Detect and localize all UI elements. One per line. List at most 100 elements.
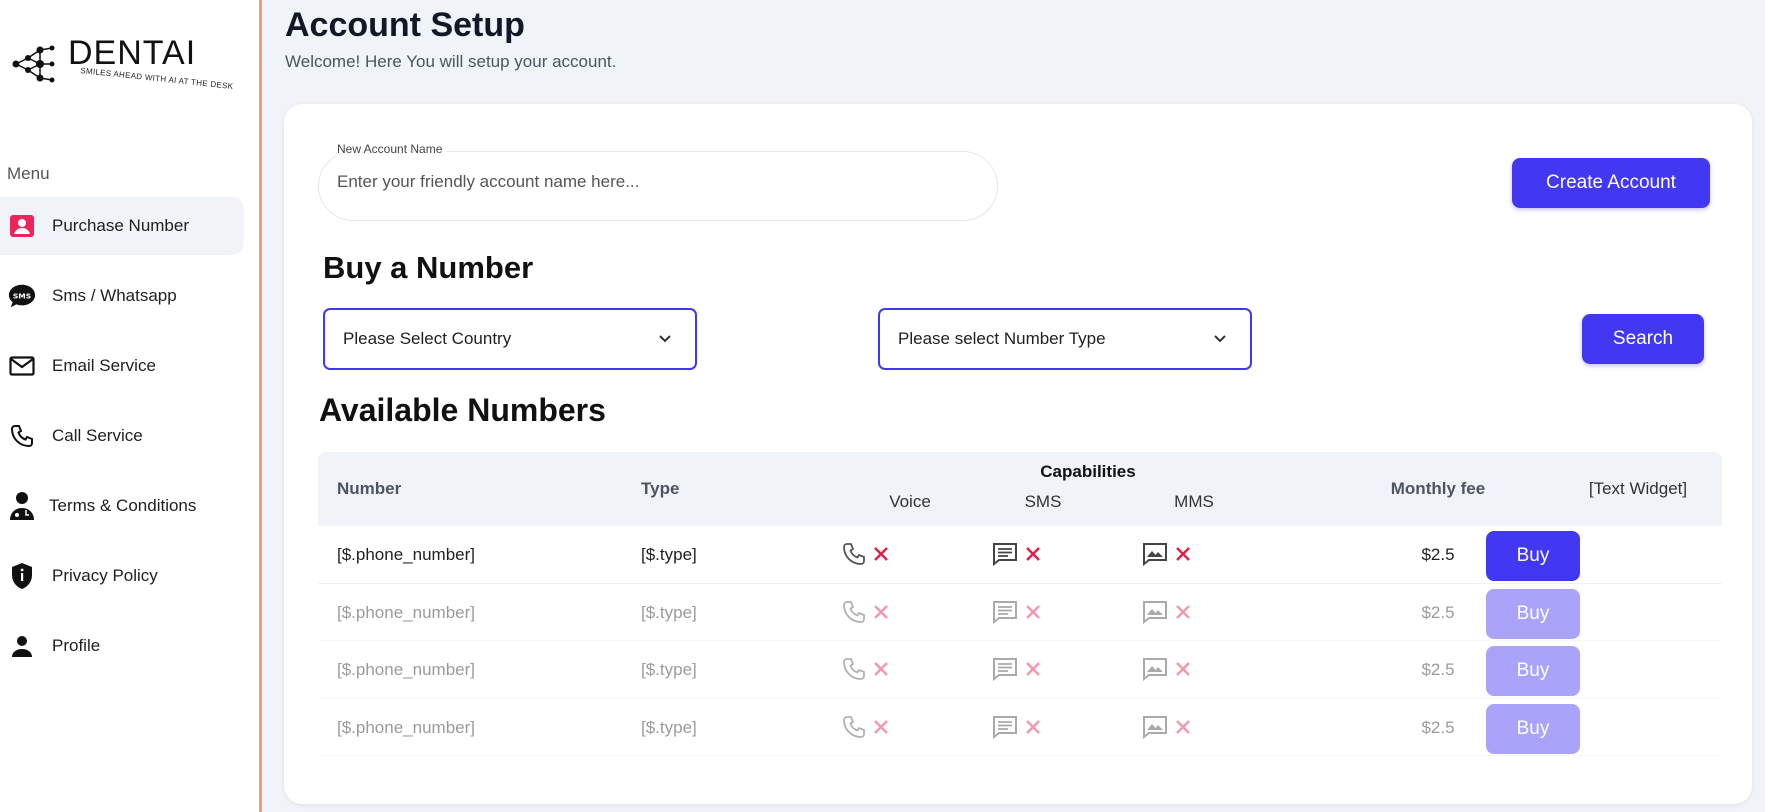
account-name-label: New Account Name [333,142,447,156]
sidebar-item-label: Purchase Number [52,216,190,235]
number-type-cell: [$.type] [641,545,697,564]
chevron-down-icon [1214,335,1226,343]
phone-icon [843,543,865,565]
close-icon [1176,662,1190,676]
mms-capability [1142,657,1192,681]
sms-capability [992,657,1042,681]
country-select[interactable]: Please Select Country [323,308,697,370]
image-message-icon [1143,543,1167,566]
close-icon [1176,719,1190,734]
table-header: Number Type Capabilities Voice SMS MMS M… [318,452,1722,526]
image-message-icon [1143,600,1167,624]
number-type-select-value: Please select Number Type [898,329,1106,348]
sidebar-item-email-service[interactable]: Email Service [0,337,244,395]
country-select-value: Please Select Country [343,329,512,348]
account-name-input[interactable] [337,172,977,192]
sidebar-item-terms-conditions[interactable]: Terms & Conditions [0,477,244,535]
account-setup-card: New Account Name Create Account Buy a Nu… [284,104,1752,804]
logo: DENTAI SMILES AHEAD WITH AI AT THE DESK [10,34,234,96]
number-type-cell: [$.type] [641,602,697,622]
mms-capability [1142,542,1192,566]
sms-capability [992,542,1042,566]
close-icon [1026,662,1040,676]
create-account-button[interactable]: Create Account [1512,158,1710,208]
close-icon [874,662,888,676]
phone-icon [843,600,865,623]
message-icon [993,715,1017,739]
sidebar: DENTAI SMILES AHEAD WITH AI AT THE DESK … [0,0,262,812]
buy-button[interactable]: Buy [1486,703,1580,754]
envelope-icon [8,352,36,380]
sidebar-item-label: Call Service [52,426,143,445]
header-type: Type [641,479,680,498]
menu-title: Menu [7,164,50,183]
sidebar-item-label: Privacy Policy [52,566,158,585]
chevron-down-icon [659,335,671,343]
close-icon [1026,719,1040,734]
table-row: [$.phone_number] [$.type] $2.5 Buy [318,584,1722,641]
account-name-field: New Account Name [318,142,998,221]
message-icon [993,658,1017,681]
table-row: [$.phone_number] [$.type] $2.5 Buy [318,526,1722,584]
header-sms: SMS [1024,492,1062,511]
buy-button[interactable]: Buy [1486,531,1580,581]
network-logo-icon [12,45,55,83]
phone-number-cell: [$.phone_number] [337,602,475,622]
table-body: [$.phone_number] [$.type] $2.5 Buy [$.ph… [318,526,1722,756]
sidebar-item-label: Terms & Conditions [49,496,197,515]
voice-capability [842,600,890,624]
sidebar-item-label: Profile [52,636,101,655]
table-row: [$.phone_number] [$.type] $2.5 Buy [318,641,1722,699]
search-button[interactable]: Search [1582,314,1704,364]
close-icon [1026,604,1040,619]
doctor-icon [8,492,36,520]
voice-capability [842,657,890,681]
image-message-icon [1143,715,1167,739]
close-icon [1026,547,1040,561]
voice-capability [842,715,890,739]
sidebar-item-profile[interactable]: Profile [0,617,244,675]
header-voice: Voice [889,492,931,511]
image-message-icon [1143,658,1167,681]
account-box-icon [8,212,36,240]
person-icon [8,632,36,660]
close-icon [1176,547,1190,561]
sidebar-item-purchase-number[interactable]: Purchase Number [0,197,244,255]
header-mms: MMS [1174,492,1214,511]
shield-icon [8,562,36,590]
sms-capability [992,600,1042,624]
table-row: [$.phone_number] [$.type] $2.5 Buy [318,699,1722,756]
close-icon [874,604,888,619]
svg-text:SMS: SMS [13,291,31,300]
message-icon [993,543,1017,566]
sms-bubble-icon: SMS [8,282,36,310]
header-text-widget: [Text Widget] [1588,479,1688,498]
phone-icon [843,715,865,738]
sidebar-item-sms-whatsapp[interactable]: SMS Sms / Whatsapp [0,267,244,325]
buy-button[interactable]: Buy [1486,646,1580,696]
sms-capability [992,715,1042,739]
buy-button[interactable]: Buy [1486,588,1580,639]
phone-icon [843,658,865,680]
header-number: Number [337,479,402,498]
number-type-cell: [$.type] [641,717,697,737]
close-icon [874,719,888,734]
phone-number-cell: [$.phone_number] [337,660,475,679]
header-monthly-fee: Monthly fee [1390,479,1486,498]
mms-capability [1142,715,1192,739]
close-icon [1176,604,1190,619]
mms-capability [1142,600,1192,624]
page-title: Account Setup [285,6,525,44]
available-numbers-title: Available Numbers [319,392,606,428]
voice-capability [842,542,890,566]
sidebar-item-privacy-policy[interactable]: Privacy Policy [0,547,244,605]
page-subtitle: Welcome! Here You will setup your accoun… [285,52,617,71]
message-icon [993,600,1017,624]
number-type-select[interactable]: Please select Number Type [878,308,1252,370]
sidebar-item-call-service[interactable]: Call Service [0,407,244,465]
buy-number-title: Buy a Number [323,250,534,285]
available-numbers-table: Number Type Capabilities Voice SMS MMS M… [318,452,1722,756]
phone-number-cell: [$.phone_number] [337,545,475,564]
header-capabilities: Capabilities [1040,462,1136,481]
number-type-cell: [$.type] [641,660,697,679]
